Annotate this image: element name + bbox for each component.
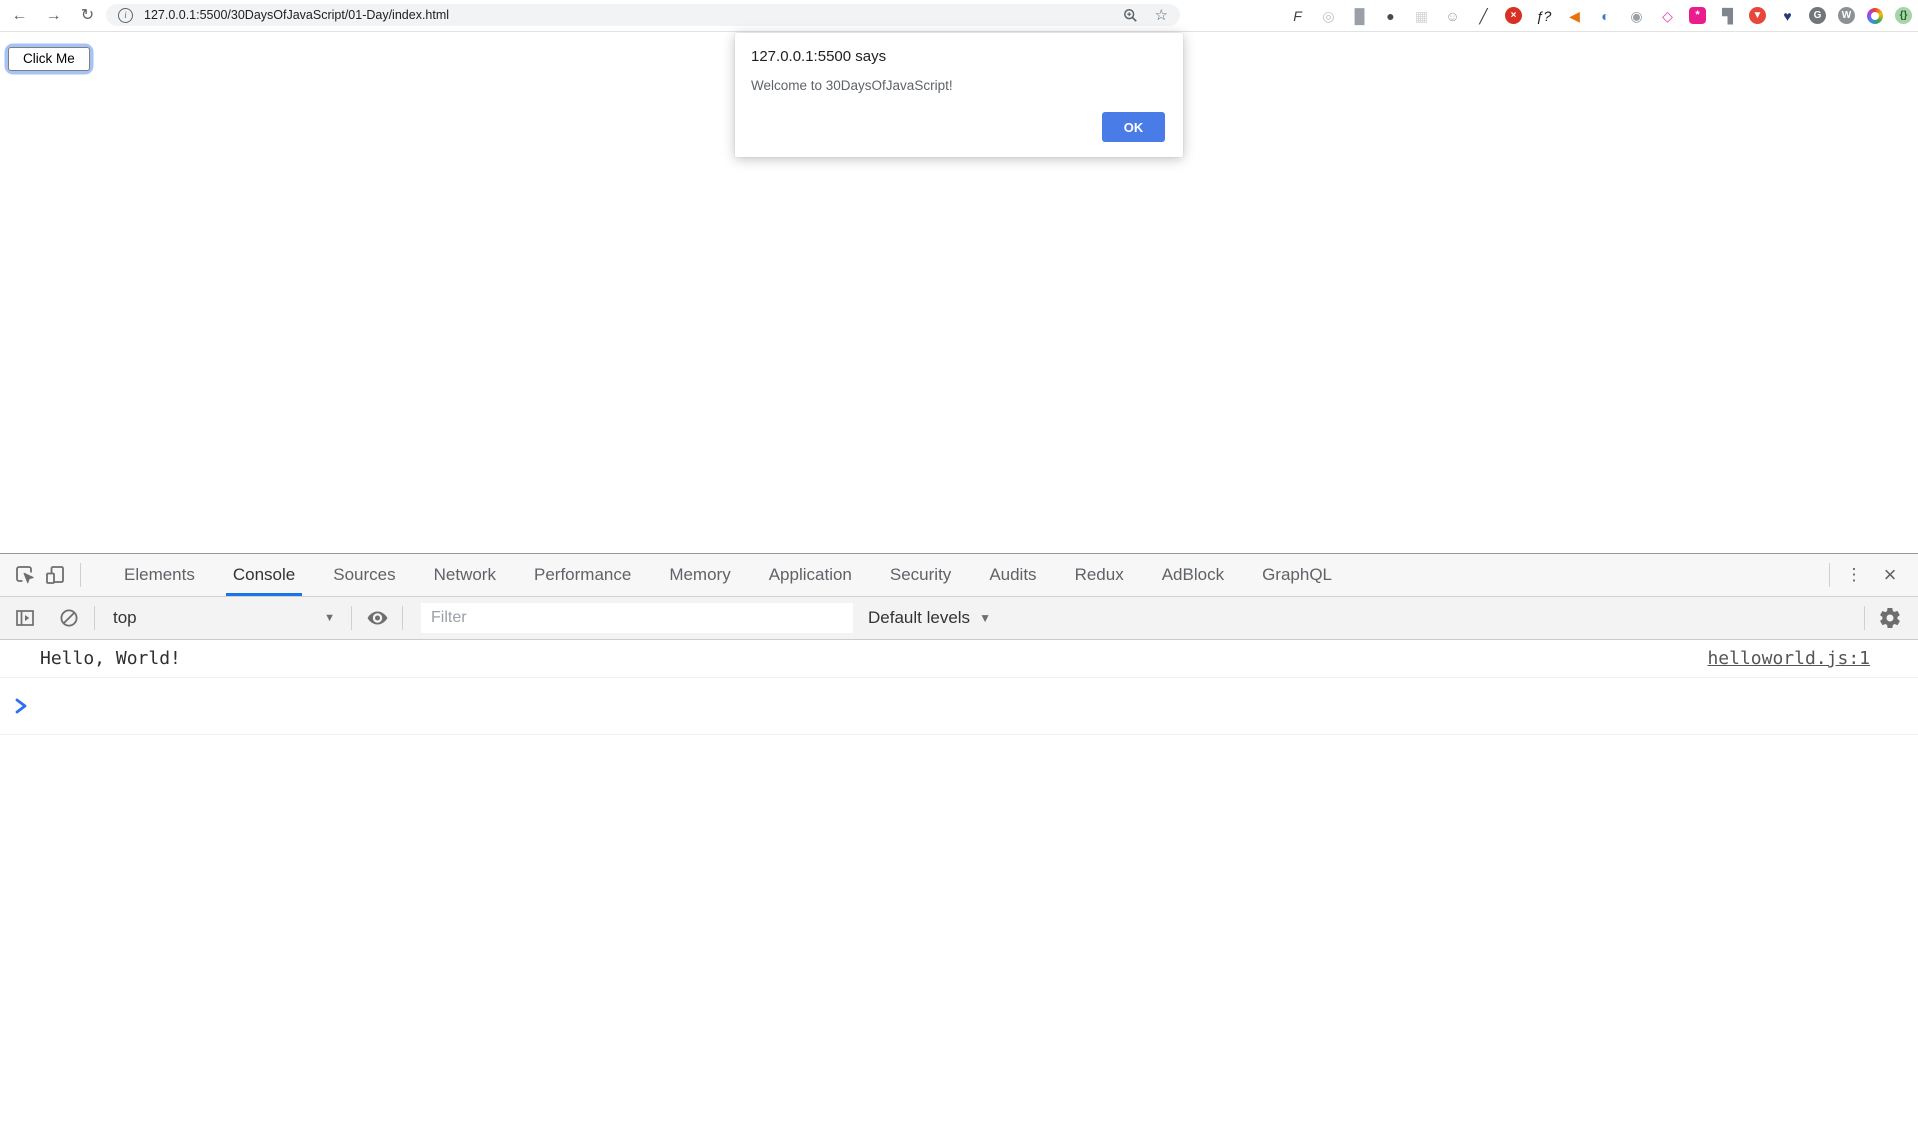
extensions-strip: F ◎ ▐▌ ● ▦ ☺ ╱ × ƒ? ◀ ◐ ◉ ◇ * ▜ ▼ ♥ GW {}: [1288, 0, 1912, 31]
chevron-down-icon: ▼: [979, 611, 991, 625]
divider: [1864, 606, 1865, 630]
alert-title: 127.0.0.1:5500 says: [751, 48, 1167, 65]
log-levels-value: Default levels: [868, 608, 970, 628]
extension-heart-search-icon[interactable]: ♥: [1778, 6, 1797, 25]
back-icon[interactable]: ←: [10, 6, 29, 25]
devtools-tab[interactable]: Console: [214, 554, 314, 596]
divider: [94, 606, 95, 630]
extension-camera-icon[interactable]: ◉: [1627, 6, 1646, 25]
alert-ok-button[interactable]: OK: [1102, 112, 1165, 142]
clickme-focus-ring: Click Me: [8, 47, 90, 71]
click-me-button[interactable]: Click Me: [8, 47, 90, 71]
extension-math-icon[interactable]: ƒ?: [1534, 6, 1553, 25]
extension-json-icon[interactable]: {}: [1895, 7, 1912, 24]
extension-blocks-icon[interactable]: ▜: [1718, 6, 1737, 25]
log-levels-select[interactable]: Default levels ▼: [868, 608, 991, 628]
devtools-tab[interactable]: Network: [415, 554, 515, 596]
console-prompt-row[interactable]: [0, 678, 1918, 735]
devtools-tab[interactable]: Security: [871, 554, 970, 596]
browser-toolbar: ← → ↻ i 127.0.0.1:5500/30DaysOfJavaScrip…: [0, 0, 1918, 32]
alert-message: Welcome to 30DaysOfJavaScript!: [751, 78, 1167, 93]
devtools-tab[interactable]: Sources: [314, 554, 414, 596]
extension-eyedropper-icon[interactable]: ╱: [1474, 6, 1493, 25]
divider: [402, 606, 403, 630]
devtools-tab[interactable]: AdBlock: [1143, 554, 1243, 596]
reload-icon[interactable]: ↻: [78, 6, 97, 25]
js-context-select[interactable]: top ▼: [105, 608, 341, 628]
devtools-tab[interactable]: GraphQL: [1243, 554, 1351, 596]
address-bar[interactable]: i 127.0.0.1:5500/30DaysOfJavaScript/01-D…: [106, 4, 1180, 26]
extension-face-icon[interactable]: ☺: [1443, 6, 1462, 25]
devtools-tab[interactable]: Audits: [970, 554, 1055, 596]
site-info-icon[interactable]: i: [118, 8, 133, 23]
device-toolbar-icon[interactable]: [40, 554, 70, 596]
extension-swirl-icon[interactable]: ◐: [1596, 6, 1615, 25]
devtools-tabbar: ElementsConsoleSourcesNetworkPerformance…: [0, 554, 1918, 597]
chevron-down-icon: ▼: [324, 612, 335, 624]
divider: [351, 606, 352, 630]
console-toolbar: top ▼ Default levels ▼: [0, 597, 1918, 640]
extension-bug-icon[interactable]: ●: [1381, 6, 1400, 25]
extension-w-circle-icon[interactable]: W: [1838, 7, 1855, 24]
extension-graphql-icon[interactable]: ◇: [1658, 6, 1677, 25]
console-source-link[interactable]: helloworld.js:1: [1707, 648, 1870, 669]
js-context-value: top: [113, 608, 137, 628]
devtools-tabs: ElementsConsoleSourcesNetworkPerformance…: [105, 554, 1351, 596]
devtools-menu-icon[interactable]: ⋮: [1844, 565, 1864, 585]
live-expression-eye-icon[interactable]: [362, 606, 392, 630]
extension-color-ring-icon[interactable]: [1867, 8, 1883, 24]
console-message-text: Hello, World!: [40, 648, 1707, 669]
devtools-tab[interactable]: Memory: [650, 554, 749, 596]
devtools-tab[interactable]: Application: [750, 554, 871, 596]
extension-target-icon[interactable]: ◎: [1319, 6, 1338, 25]
browser-nav: ← → ↻: [10, 0, 97, 31]
divider: [1829, 563, 1830, 587]
devtools-tab[interactable]: Redux: [1056, 554, 1143, 596]
devtools-close-icon[interactable]: ×: [1878, 564, 1902, 586]
console-sidebar-toggle-icon[interactable]: [10, 607, 40, 629]
extension-grid-icon[interactable]: ▦: [1412, 6, 1431, 25]
devtools-panel: ElementsConsoleSourcesNetworkPerformance…: [0, 553, 1918, 1146]
extension-stop-hand-icon[interactable]: ×: [1505, 7, 1522, 24]
url-text[interactable]: 127.0.0.1:5500/30DaysOfJavaScript/01-Day…: [144, 8, 1123, 22]
console-message-row: Hello, World! helloworld.js:1: [0, 640, 1918, 678]
console-prompt-chevron-icon: [14, 697, 29, 715]
alert-dialog: 127.0.0.1:5500 says Welcome to 30DaysOfJ…: [735, 33, 1183, 157]
extension-f-icon[interactable]: F: [1288, 6, 1307, 25]
console-output: Hello, World! helloworld.js:1: [0, 640, 1918, 1146]
bookmark-star-icon[interactable]: ☆: [1155, 8, 1168, 23]
console-settings-gear-icon[interactable]: [1875, 606, 1905, 630]
extension-columns-icon[interactable]: ▐▌: [1350, 6, 1369, 25]
extension-bookmark-icon[interactable]: ▼: [1749, 7, 1766, 24]
console-filter-input[interactable]: [421, 603, 853, 633]
extension-megaphone-icon[interactable]: ◀: [1565, 6, 1584, 25]
zoom-icon[interactable]: [1123, 8, 1138, 23]
devtools-tab[interactable]: Elements: [105, 554, 214, 596]
forward-icon[interactable]: →: [44, 6, 63, 25]
web-page: Click Me 127.0.0.1:5500 says Welcome to …: [0, 32, 1918, 553]
extension-gear-box-icon[interactable]: *: [1689, 7, 1706, 24]
devtools-tab[interactable]: Performance: [515, 554, 650, 596]
inspect-element-icon[interactable]: [10, 554, 40, 596]
divider: [80, 563, 81, 587]
clear-console-icon[interactable]: [54, 607, 84, 629]
extension-g-circle-icon[interactable]: G: [1809, 7, 1826, 24]
